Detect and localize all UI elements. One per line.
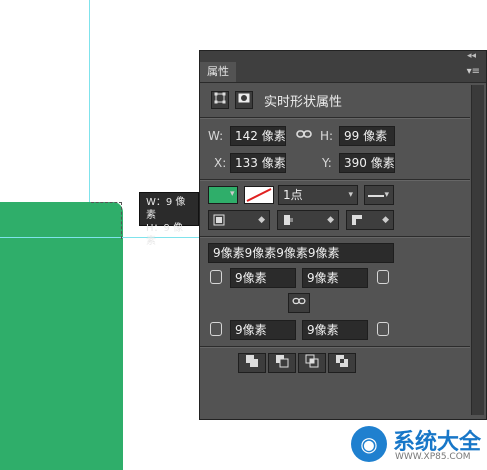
site-watermark: ◉ 系统大全 WWW.XP85.COM <box>347 420 487 470</box>
chevron-down-icon: ▾ <box>384 190 389 200</box>
panel-menu-icon[interactable]: ▾≡ <box>467 62 480 82</box>
bottom-left-corner-icon <box>210 322 222 336</box>
divider <box>200 117 470 119</box>
link-corners-button[interactable] <box>288 293 310 313</box>
top-left-radius-field[interactable]: 9像素 <box>230 268 296 288</box>
corner-selection-marquee <box>91 202 122 239</box>
chevron-updown-icon: ◆ <box>258 215 265 225</box>
site-logo-icon: ◉ <box>351 426 387 462</box>
exclude-overlap-button[interactable] <box>328 353 356 373</box>
height-field[interactable]: 99 像素 <box>339 126 395 146</box>
panel-heading: 实时形状属性 <box>264 95 343 110</box>
top-right-radius-field[interactable]: 9像素 <box>302 268 368 288</box>
width-label: W: <box>208 129 224 143</box>
live-shape-header: 实时形状属性 <box>209 89 469 111</box>
corner-radius-all-field[interactable]: 9像素9像素9像素9像素 <box>208 243 394 263</box>
y-field[interactable]: 390 像素 <box>339 153 395 173</box>
stroke-caps-select[interactable]: ◆ <box>277 210 339 230</box>
site-url: WWW.XP85.COM <box>395 452 471 462</box>
tab-properties[interactable]: 属性 <box>200 62 236 82</box>
x-field[interactable]: 133 像素 <box>230 153 286 173</box>
collapse-icon[interactable]: ◂◂ <box>467 51 476 62</box>
panel-tab-row: 属性 ▾≡ <box>200 62 486 83</box>
subtract-shape-button[interactable] <box>268 353 296 373</box>
divider <box>200 179 470 181</box>
top-left-corner-icon <box>210 270 222 284</box>
bottom-right-radius-field[interactable]: 9像素 <box>302 320 368 340</box>
stroke-width-value: 1点 <box>283 188 303 202</box>
divider <box>200 236 470 238</box>
properties-panel: ◂◂ 属性 ▾≡ 实时形状属性 W: 142 像素 H: 99 像素 X: 13… <box>199 50 487 420</box>
y-label: Y: <box>322 156 332 170</box>
bottom-right-corner-icon <box>377 322 389 336</box>
panel-scrollbar[interactable] <box>471 85 484 415</box>
height-label: H: <box>320 129 334 143</box>
link-dimensions-icon[interactable] <box>296 127 312 145</box>
bottom-left-radius-field[interactable]: 9像素 <box>230 320 296 340</box>
transform-icon[interactable] <box>211 91 229 109</box>
mask-icon[interactable] <box>235 91 253 109</box>
tooltip-height: H：9 像素 <box>146 223 184 247</box>
tooltip-width: W：9 像素 <box>146 197 186 221</box>
combine-shapes-button[interactable] <box>238 353 266 373</box>
panel-body: 实时形状属性 W: 142 像素 H: 99 像素 X: 133 像素 Y: 3… <box>200 83 470 419</box>
chevron-down-icon: ▾ <box>348 190 353 200</box>
stroke-type-select[interactable]: ▾ <box>364 185 394 205</box>
rounded-rectangle-shape[interactable] <box>0 202 123 470</box>
width-field[interactable]: 142 像素 <box>230 126 286 146</box>
top-right-corner-icon <box>377 270 389 284</box>
x-label: X: <box>214 156 227 170</box>
stroke-color-swatch[interactable] <box>244 186 274 204</box>
chevron-updown-icon: ◆ <box>382 215 389 225</box>
fill-dropdown-icon[interactable]: ▾ <box>230 189 235 199</box>
chevron-updown-icon: ◆ <box>327 215 334 225</box>
stroke-corners-select[interactable]: ◆ <box>346 210 394 230</box>
intersect-shapes-button[interactable] <box>298 353 326 373</box>
stroke-width-select[interactable]: 1点 ▾ <box>278 185 358 205</box>
divider <box>200 346 470 348</box>
stroke-align-select[interactable]: ◆ <box>208 210 270 230</box>
panel-title-bar[interactable]: ◂◂ <box>200 51 486 62</box>
size-tooltip: W：9 像素 H：9 像素 <box>139 192 199 247</box>
